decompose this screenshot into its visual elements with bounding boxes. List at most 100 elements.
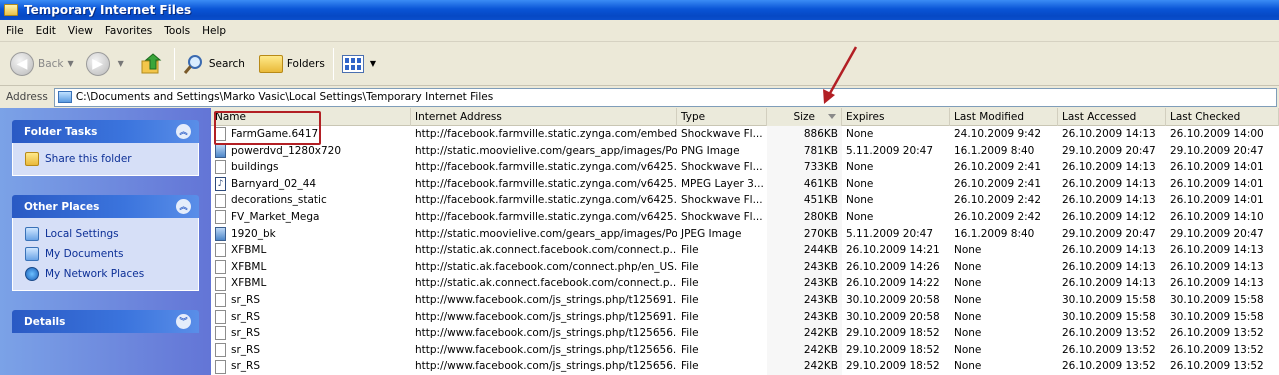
views-button[interactable]: ▼ [338, 47, 384, 81]
local-settings-link[interactable]: Local Settings [25, 224, 198, 244]
file-address-cell: http://static.ak.facebook.com/connect.ph… [415, 260, 677, 273]
folders-button[interactable]: Folders [255, 47, 329, 81]
column-header-name[interactable]: Name [211, 108, 411, 126]
file-size-cell: 242KB [767, 358, 842, 375]
menu-file[interactable]: File [0, 21, 30, 41]
file-name: Barnyard_02_44 [231, 177, 317, 190]
folder-tasks-panel: Folder Tasks ︽ Share this folder [12, 120, 199, 176]
table-row[interactable]: sr_RS http://www.facebook.com/js_strings.… [211, 291, 1279, 309]
forward-arrow-icon: ▶ [85, 51, 110, 76]
file-modified-cell: None [954, 277, 982, 290]
table-row[interactable]: sr_RS http://www.facebook.com/js_strings.… [211, 341, 1279, 359]
my-documents-label: My Documents [45, 248, 124, 260]
table-row[interactable]: Barnyard_02_44 http://facebook.farmville.… [211, 175, 1279, 193]
menu-favorites[interactable]: Favorites [99, 21, 158, 41]
search-label: Search [208, 57, 245, 70]
file-name-cell: powerdvd_1280x720 [211, 143, 411, 160]
menu-help[interactable]: Help [196, 21, 232, 41]
details-title: Details [24, 315, 66, 328]
table-row[interactable]: decorations_static http://facebook.farmvi… [211, 192, 1279, 209]
file-name-cell: Barnyard_02_44 [211, 176, 411, 193]
menu-edit[interactable]: Edit [30, 21, 62, 41]
file-name: FarmGame.6417 [231, 128, 319, 140]
file-modified-cell: None [954, 293, 982, 306]
table-row[interactable]: FarmGame.6417 http://facebook.farmville.s… [211, 126, 1279, 143]
table-row[interactable]: sr_RS http://www.facebook.com/js_strings.… [211, 358, 1279, 375]
table-row[interactable]: buildings http://facebook.farmville.stati… [211, 159, 1279, 176]
column-header-last-accessed[interactable]: Last Accessed [1058, 108, 1166, 126]
file-name: XFBML [231, 277, 267, 290]
column-header-type[interactable]: Type [677, 108, 767, 126]
views-icon [341, 54, 364, 73]
file-expires-cell: None [846, 177, 874, 190]
table-row[interactable]: XFBML http://static.ak.connect.facebook.c… [211, 275, 1279, 292]
other-places-panel: Other Places ︽ Local Settings My Documen… [12, 195, 199, 291]
table-row[interactable]: FV_Market_Mega http://facebook.farmville.… [211, 208, 1279, 226]
blank-file-icon [215, 276, 226, 291]
file-modified-cell: None [954, 260, 982, 273]
table-row[interactable]: sr_RS http://www.facebook.com/js_strings.… [211, 325, 1279, 342]
file-expires-cell: 30.10.2009 20:58 [846, 310, 940, 323]
file-checked-cell: 30.10.2009 15:58 [1170, 310, 1264, 323]
table-row[interactable]: powerdvd_1280x720 http://static.moovieliv… [211, 142, 1279, 160]
column-header-last-modified[interactable]: Last Modified [950, 108, 1058, 126]
folder-tasks-body: Share this folder [12, 143, 199, 176]
my-documents-link[interactable]: My Documents [25, 244, 198, 264]
file-address-cell: http://static.moovielive.com/gears_app/i… [415, 144, 677, 157]
file-size-cell: 451KB [767, 192, 842, 209]
forward-button[interactable]: ▶ ▼ [82, 47, 132, 81]
file-modified-cell: 26.10.2009 2:41 [954, 161, 1042, 174]
folder-icon [4, 4, 18, 16]
file-size-cell: 243KB [767, 308, 842, 326]
table-row[interactable]: XFBML http://static.ak.facebook.com/conne… [211, 258, 1279, 276]
search-button[interactable]: Search [179, 47, 249, 81]
my-network-places-link[interactable]: My Network Places [25, 264, 198, 284]
file-type-cell: Shockwave Fl... [681, 128, 763, 140]
column-header-expires[interactable]: Expires [842, 108, 950, 126]
image-file-icon [215, 143, 226, 158]
file-name: buildings [231, 161, 279, 174]
details-header[interactable]: Details ︾ [12, 310, 199, 333]
file-list: Name Internet Address Type Size Expires … [211, 108, 1279, 375]
folder-tasks-header[interactable]: Folder Tasks ︽ [12, 120, 199, 143]
file-modified-cell: 16.1.2009 8:40 [954, 227, 1035, 240]
column-header-size[interactable]: Size [767, 108, 842, 126]
address-input[interactable]: C:\Documents and Settings\Marko Vasic\Lo… [53, 87, 1277, 107]
toolbar-separator [332, 47, 334, 80]
file-size-cell: 242KB [767, 325, 842, 342]
file-checked-cell: 26.10.2009 14:01 [1170, 177, 1264, 190]
table-row[interactable]: XFBML http://static.ak.connect.facebook.c… [211, 242, 1279, 259]
file-expires-cell: None [846, 210, 874, 223]
share-folder-link[interactable]: Share this folder [25, 149, 198, 169]
file-accessed-cell: 30.10.2009 15:58 [1062, 293, 1156, 306]
audio-file-icon [215, 177, 226, 192]
menu-view[interactable]: View [62, 21, 99, 41]
column-header-internet-address[interactable]: Internet Address [411, 108, 677, 126]
column-header-last-checked[interactable]: Last Checked [1166, 108, 1279, 126]
collapse-icon[interactable]: ︽ [176, 124, 191, 139]
file-name-cell: sr_RS [211, 358, 411, 375]
chevron-down-icon[interactable]: ▼ [118, 59, 124, 68]
other-places-header[interactable]: Other Places ︽ [12, 195, 199, 218]
toolbar: ◀ Back ▼ ▶ ▼ Search Folders ▼ [0, 42, 1279, 86]
file-address-cell: http://facebook.farmville.static.zynga.c… [415, 210, 677, 223]
file-name: powerdvd_1280x720 [231, 144, 342, 157]
table-row[interactable]: sr_RS http://www.facebook.com/js_strings.… [211, 308, 1279, 326]
file-type-cell: JPEG Image [681, 227, 742, 240]
chevron-down-icon[interactable]: ▼ [68, 59, 74, 68]
file-address-cell: http://facebook.farmville.static.zynga.c… [415, 177, 677, 190]
expand-icon[interactable]: ︾ [176, 314, 191, 329]
file-expires-cell: None [846, 161, 874, 174]
file-size-cell: 243KB [767, 275, 842, 292]
file-name: sr_RS [231, 327, 260, 340]
menu-tools[interactable]: Tools [158, 21, 196, 41]
collapse-icon[interactable]: ︽ [176, 199, 191, 214]
folders-label: Folders [286, 57, 325, 70]
file-expires-cell: 29.10.2009 18:52 [846, 327, 940, 340]
file-type-cell: File [681, 293, 699, 306]
up-folder-button[interactable] [132, 47, 170, 81]
table-row[interactable]: 1920_bk http://static.moovielive.com/gear… [211, 225, 1279, 243]
window-title: Temporary Internet Files [24, 3, 192, 17]
back-button[interactable]: ◀ Back ▼ [6, 47, 82, 81]
file-checked-cell: 29.10.2009 20:47 [1170, 144, 1264, 157]
